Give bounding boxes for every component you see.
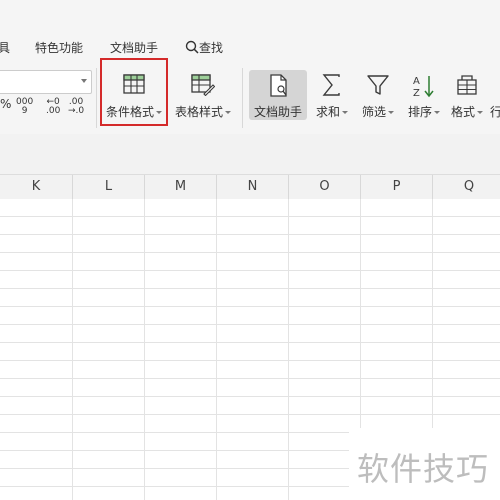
column-gridline — [144, 199, 145, 500]
row-gridline — [0, 216, 500, 217]
decrease-decimal-button[interactable]: .00 →.0 — [68, 98, 84, 116]
menu-item-special-features[interactable]: 特色功能 — [35, 38, 83, 58]
rows-cols-button-partial[interactable]: 行 — [490, 68, 500, 126]
row-gridline — [0, 270, 500, 271]
column-header-k[interactable]: K — [0, 175, 73, 199]
increase-decimal-button[interactable]: ←0 .00 — [46, 98, 60, 116]
search-label: 查找 — [199, 41, 224, 55]
menu-item-tools-partial[interactable]: 具 — [0, 38, 10, 58]
column-gridline — [288, 199, 289, 500]
menu-bar: 具 特色功能 文档助手 查找 — [0, 0, 500, 62]
svg-text:A: A — [413, 76, 420, 87]
row-gridline — [0, 414, 500, 415]
column-header-row: K L M N O P Q — [0, 174, 500, 200]
column-header-q[interactable]: Q — [433, 175, 500, 199]
ribbon-toolbar: % 000 9 ←0 .00 .00 →.0 条件格式 表格样式 文档助手 求和… — [0, 62, 500, 135]
format-icon — [457, 75, 477, 95]
sort-button[interactable]: A Z 排序 — [403, 68, 445, 126]
sum-label: 求和 — [312, 104, 352, 120]
row-gridline — [0, 288, 500, 289]
row-gridline — [0, 396, 500, 397]
row-gridline — [0, 378, 500, 379]
doc-assistant-button[interactable]: 文档助手 — [249, 68, 307, 126]
row-gridline — [0, 342, 500, 343]
sort-az-icon: A Z — [413, 76, 434, 98]
sum-button[interactable]: 求和 — [312, 68, 352, 126]
sigma-icon — [322, 74, 340, 96]
filter-label: 筛选 — [357, 104, 399, 120]
menu-search[interactable]: 查找 — [185, 38, 223, 58]
ribbon-divider — [96, 68, 97, 128]
search-icon — [185, 40, 199, 54]
doc-assistant-icon — [270, 74, 287, 97]
watermark: 软件技巧 — [349, 428, 500, 500]
formula-bar-area — [0, 134, 500, 174]
ribbon-divider — [242, 68, 243, 128]
chevron-down-icon — [81, 79, 87, 83]
column-gridline — [72, 199, 73, 500]
row-gridline — [0, 306, 500, 307]
column-header-l[interactable]: L — [73, 175, 145, 199]
menu-item-doc-assistant[interactable]: 文档助手 — [110, 38, 158, 58]
number-format-dropdown[interactable] — [0, 70, 92, 94]
row-gridline — [0, 234, 500, 235]
decrease-decimal-bottom: →.0 — [68, 106, 85, 116]
column-header-m[interactable]: M — [145, 175, 217, 199]
table-style-label: 表格样式 — [170, 104, 236, 120]
row-gridline — [0, 252, 500, 253]
rows-cols-label: 行 — [490, 105, 500, 119]
row-gridline — [0, 324, 500, 325]
column-header-o[interactable]: O — [289, 175, 361, 199]
table-style-icon — [191, 74, 215, 96]
column-gridline — [216, 199, 217, 500]
filter-button[interactable]: 筛选 — [357, 68, 399, 126]
percent-style-button[interactable]: % — [0, 98, 11, 110]
increase-decimal-bottom: .00 — [46, 106, 61, 116]
row-gridline — [0, 360, 500, 361]
format-label: 格式 — [447, 104, 487, 120]
conditional-format-highlight — [100, 58, 168, 126]
column-header-n[interactable]: N — [217, 175, 289, 199]
doc-assistant-label: 文档助手 — [253, 105, 302, 119]
thousands-sub-label: 9 — [21, 106, 28, 116]
watermark-text: 软件技巧 — [357, 450, 490, 488]
column-header-p[interactable]: P — [361, 175, 433, 199]
svg-text:Z: Z — [413, 88, 420, 98]
sort-label: 排序 — [403, 104, 445, 120]
format-button[interactable]: 格式 — [447, 68, 487, 126]
thousands-separator-button[interactable]: 000 9 — [16, 98, 33, 116]
filter-icon — [367, 75, 389, 95]
table-style-button[interactable]: 表格样式 — [170, 68, 236, 126]
